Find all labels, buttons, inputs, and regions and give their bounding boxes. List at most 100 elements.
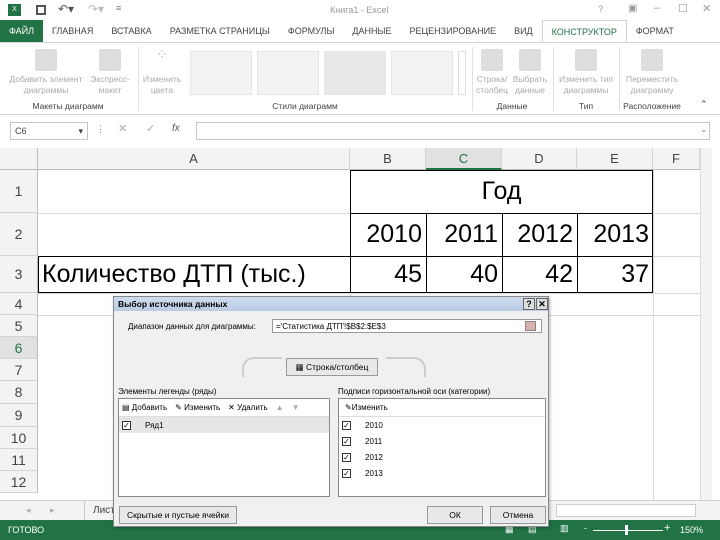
- styles-scrollbar[interactable]: [458, 51, 466, 95]
- edit-series-button[interactable]: ✎ Изменить: [175, 403, 220, 412]
- horizontal-scrollbar[interactable]: [556, 504, 696, 517]
- undo-icon[interactable]: ↶▾: [58, 2, 74, 16]
- tab-file[interactable]: ФАЙЛ: [0, 20, 44, 42]
- series-item[interactable]: ✓ Ряд1: [119, 417, 329, 433]
- select-data-button[interactable]: Выбрать данные: [510, 45, 550, 96]
- tab-format[interactable]: ФОРМАТ: [627, 20, 683, 42]
- expand-formula-icon[interactable]: ⌄: [700, 124, 708, 135]
- row-header-6[interactable]: 6: [0, 337, 38, 359]
- page-break-view-icon[interactable]: ▥: [560, 523, 569, 534]
- zoom-slider-thumb[interactable]: [625, 525, 628, 535]
- cell-c3[interactable]: 40: [426, 256, 502, 293]
- cell-b2[interactable]: 2010: [350, 213, 426, 256]
- zoom-in-button[interactable]: +: [664, 522, 670, 534]
- tab-formulas[interactable]: ФОРМУЛЫ: [279, 20, 344, 42]
- range-input[interactable]: ='Статистика ДТП'!$B$2:$E$3: [272, 319, 542, 333]
- select-all-button[interactable]: [0, 148, 38, 170]
- category-item[interactable]: ✓ 2010: [339, 417, 545, 433]
- switch-row-column-button[interactable]: Строка/ столбец: [474, 45, 510, 96]
- chart-style-2[interactable]: [257, 51, 319, 95]
- zoom-out-button[interactable]: -: [584, 523, 587, 533]
- cell-d3[interactable]: 42: [502, 256, 577, 293]
- edit-categories-button[interactable]: ✎ Изменить: [339, 399, 545, 417]
- add-chart-element-button[interactable]: Добавить элемент диаграммы: [6, 45, 86, 96]
- name-box[interactable]: C6 ▾: [10, 122, 88, 140]
- tab-page-layout[interactable]: РАЗМЕТКА СТРАНИЦЫ: [161, 20, 279, 42]
- chart-style-4[interactable]: [391, 51, 453, 95]
- zoom-level[interactable]: 150%: [680, 525, 703, 535]
- chart-style-3[interactable]: [324, 51, 386, 95]
- row-header-12[interactable]: 12: [0, 471, 38, 493]
- cancel-button[interactable]: Отмена: [490, 506, 546, 524]
- cancel-icon[interactable]: ✕: [118, 122, 127, 135]
- column-header-c[interactable]: C: [426, 148, 502, 170]
- tab-view[interactable]: ВИД: [505, 20, 542, 42]
- column-header-d[interactable]: D: [502, 148, 577, 170]
- row-header-9[interactable]: 9: [0, 404, 38, 427]
- column-header-b[interactable]: B: [350, 148, 426, 170]
- change-colors-button[interactable]: ⁘ Изменить цвета: [140, 45, 184, 96]
- close-icon[interactable]: ✕: [702, 2, 711, 15]
- checkbox[interactable]: ✓: [342, 452, 351, 462]
- customize-icon[interactable]: ≡: [116, 3, 121, 13]
- insert-function-icon[interactable]: fx: [172, 123, 180, 134]
- row-header-8[interactable]: 8: [0, 381, 38, 404]
- checkbox[interactable]: ✓: [342, 468, 351, 478]
- quick-layout-button[interactable]: Экспресс-макет: [88, 45, 132, 96]
- row-header-11[interactable]: 11: [0, 449, 38, 471]
- row-header-3[interactable]: 3: [0, 256, 38, 293]
- column-header-a[interactable]: A: [38, 148, 350, 170]
- add-series-button[interactable]: ▤ Добавить: [122, 403, 167, 412]
- cell-c2[interactable]: 2011: [426, 213, 502, 256]
- column-header-e[interactable]: E: [577, 148, 653, 170]
- row-header-4[interactable]: 4: [0, 293, 38, 315]
- cell-b3[interactable]: 45: [350, 256, 426, 293]
- checkbox[interactable]: ✓: [122, 420, 131, 430]
- formula-input[interactable]: [196, 122, 710, 140]
- tab-data[interactable]: ДАННЫЕ: [343, 20, 400, 42]
- cell-d2[interactable]: 2012: [502, 213, 577, 256]
- change-chart-type-button[interactable]: Изменить тип диаграммы: [555, 45, 617, 96]
- save-icon[interactable]: [36, 5, 46, 15]
- help-button[interactable]: ?: [523, 298, 535, 310]
- move-chart-button[interactable]: Переместить диаграмму: [621, 45, 683, 96]
- help-icon[interactable]: ?: [598, 4, 603, 14]
- ribbon-display-icon[interactable]: ▣: [628, 3, 637, 14]
- tab-design[interactable]: КОНСТРУКТОР: [541, 20, 627, 42]
- row-header-5[interactable]: 5: [0, 315, 38, 337]
- category-item[interactable]: ✓ 2011: [339, 433, 545, 449]
- row-header-2[interactable]: 2: [0, 213, 38, 256]
- tab-review[interactable]: РЕЦЕНЗИРОВАНИЕ: [401, 20, 506, 42]
- switch-row-column-button[interactable]: ▦ Строка/столбец: [286, 358, 378, 376]
- move-down-icon[interactable]: ▼: [292, 403, 300, 412]
- column-header-f[interactable]: F: [653, 148, 700, 170]
- vertical-scrollbar[interactable]: [700, 148, 712, 500]
- category-item[interactable]: ✓ 2013: [339, 465, 545, 481]
- ok-button[interactable]: ОК: [427, 506, 483, 524]
- cell-a3[interactable]: Количество ДТП (тыс.): [38, 256, 350, 293]
- cell-e3[interactable]: 37: [577, 256, 653, 293]
- checkbox[interactable]: ✓: [342, 436, 351, 446]
- cell-e2[interactable]: 2013: [577, 213, 653, 256]
- enter-icon[interactable]: ✓: [146, 122, 155, 135]
- chart-style-1[interactable]: [190, 51, 252, 95]
- hidden-empty-cells-button[interactable]: Скрытые и пустые ячейки: [119, 506, 237, 524]
- close-button[interactable]: ✕: [536, 298, 548, 310]
- move-up-icon[interactable]: ▲: [276, 403, 284, 412]
- row-header-1[interactable]: 1: [0, 170, 38, 213]
- maximize-icon[interactable]: ☐: [678, 2, 688, 15]
- tab-insert[interactable]: ВСТАВКА: [102, 20, 160, 42]
- minimize-icon[interactable]: –: [654, 2, 660, 14]
- checkbox[interactable]: ✓: [342, 420, 351, 430]
- collapse-range-icon[interactable]: [525, 321, 536, 331]
- delete-series-button[interactable]: ✕ Удалить: [228, 403, 267, 412]
- row-header-7[interactable]: 7: [0, 359, 38, 381]
- row-header-10[interactable]: 10: [0, 427, 38, 449]
- next-sheet-icon[interactable]: ▸: [50, 505, 55, 516]
- zoom-slider[interactable]: [593, 530, 663, 531]
- category-item[interactable]: ✓ 2012: [339, 449, 545, 465]
- cell-b1[interactable]: Год: [350, 170, 653, 213]
- redo-icon[interactable]: ↷▾: [88, 2, 104, 16]
- collapse-ribbon-icon[interactable]: ⌃: [700, 99, 708, 110]
- tab-home[interactable]: ГЛАВНАЯ: [43, 20, 102, 42]
